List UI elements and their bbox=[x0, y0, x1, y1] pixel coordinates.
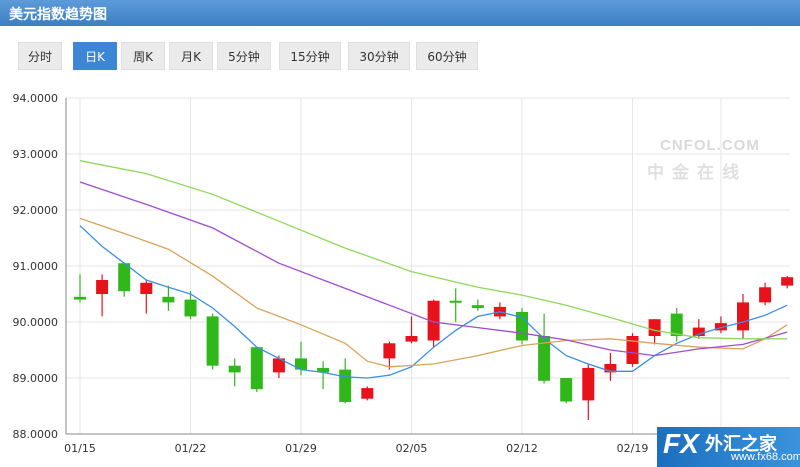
fx68-logo: FX 外汇之家 www.fx68.com bbox=[657, 427, 800, 467]
candle bbox=[140, 280, 153, 314]
y-tick-label: 90.0000 bbox=[13, 316, 59, 329]
candle bbox=[604, 352, 617, 381]
candle-body bbox=[471, 305, 484, 308]
candle-body bbox=[759, 287, 772, 303]
candle bbox=[759, 282, 772, 306]
x-tick-label: 02/19 bbox=[617, 442, 649, 455]
candle bbox=[228, 358, 241, 387]
candles bbox=[74, 263, 794, 420]
y-axis: 94.0000 93.0000 92.0000 91.0000 90.0000 89.00… bbox=[13, 92, 67, 441]
candle-body bbox=[383, 343, 396, 359]
x-tick-label: 02/12 bbox=[506, 442, 538, 455]
candle-body bbox=[670, 313, 683, 336]
candlestick-chart: CNFOL.COM 中金在线 94.0000 93.0000 92.0000 91.0… bbox=[13, 92, 794, 455]
candle-body bbox=[781, 277, 794, 286]
candle-body bbox=[162, 296, 175, 303]
candle bbox=[648, 319, 661, 345]
x-tick-label: 01/22 bbox=[175, 442, 207, 455]
candle bbox=[427, 299, 440, 348]
candle bbox=[317, 361, 330, 390]
logo-url: www.fx68.com bbox=[731, 451, 800, 463]
candle bbox=[714, 316, 727, 334]
candle bbox=[626, 333, 639, 367]
candle bbox=[96, 274, 109, 317]
x-tick-label: 02/05 bbox=[396, 442, 428, 455]
candle bbox=[538, 313, 551, 384]
candle bbox=[162, 285, 175, 311]
logo-fx: FX bbox=[663, 428, 699, 459]
candle-body bbox=[118, 263, 131, 292]
candle-body bbox=[206, 316, 219, 366]
candle bbox=[449, 288, 462, 322]
candle bbox=[339, 358, 352, 404]
candle-body bbox=[339, 369, 352, 403]
candle-body bbox=[648, 319, 661, 336]
candle bbox=[250, 347, 263, 392]
candle bbox=[405, 316, 418, 344]
y-tick-label: 93.0000 bbox=[13, 148, 59, 161]
candle bbox=[493, 302, 506, 320]
candle-body bbox=[184, 299, 197, 317]
candle bbox=[516, 308, 528, 345]
candle bbox=[74, 274, 86, 303]
x-tick-label: 01/29 bbox=[285, 442, 317, 455]
candle-body bbox=[228, 365, 241, 373]
candle-body bbox=[737, 302, 749, 331]
candle bbox=[560, 378, 573, 404]
candle bbox=[118, 263, 131, 297]
candle-body bbox=[74, 296, 86, 300]
watermark-brand: CNFOL.COM bbox=[660, 137, 760, 154]
x-tick-label: 01/15 bbox=[64, 442, 96, 455]
candle bbox=[582, 364, 595, 420]
candle bbox=[184, 291, 197, 320]
candle-body bbox=[96, 280, 109, 294]
candle bbox=[206, 313, 219, 370]
candle-body bbox=[361, 388, 374, 399]
candle bbox=[471, 299, 484, 311]
y-tick-label: 91.0000 bbox=[13, 260, 59, 273]
candle bbox=[737, 294, 749, 339]
y-tick-label: 89.0000 bbox=[13, 372, 59, 385]
candle bbox=[670, 308, 683, 342]
candle-body bbox=[250, 347, 263, 390]
candle-body bbox=[560, 378, 573, 402]
candle bbox=[781, 276, 794, 289]
y-tick-label: 94.0000 bbox=[13, 92, 59, 105]
candle bbox=[361, 386, 374, 401]
candle-body bbox=[405, 336, 418, 342]
candle-body bbox=[140, 282, 153, 294]
y-tick-label: 92.0000 bbox=[13, 204, 59, 217]
candle-body bbox=[582, 367, 595, 401]
y-tick-label: 88.0000 bbox=[13, 428, 59, 441]
candle-body bbox=[449, 300, 462, 303]
watermark-tagline: 中金在线 bbox=[647, 162, 747, 183]
